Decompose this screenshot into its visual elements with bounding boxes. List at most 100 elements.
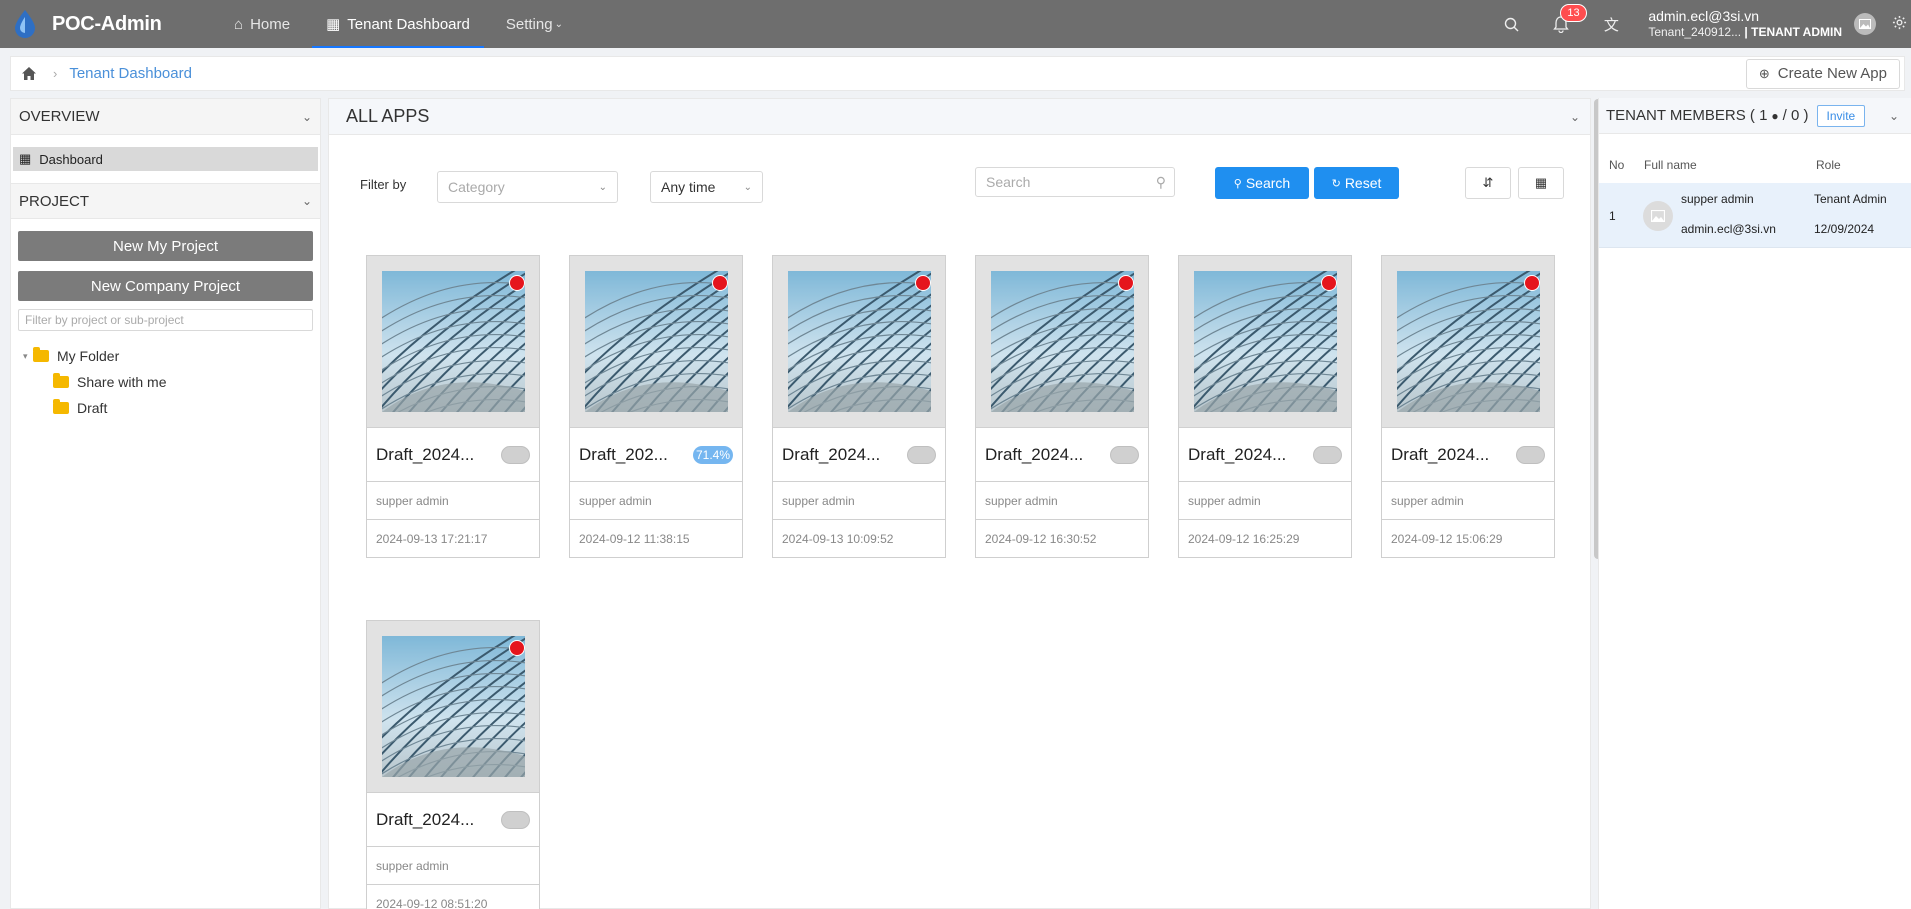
logo[interactable]: POC-Admin <box>12 9 212 39</box>
app-thumbnail-frame <box>773 256 945 428</box>
table-row[interactable]: 1 supper admin admin.ecl@3si.vn Tenant A… <box>1599 183 1911 248</box>
sort-button[interactable]: ⇵ <box>1465 167 1511 199</box>
tree-item-draft[interactable]: Draft <box>11 395 320 421</box>
app-name-row: Draft_2024... <box>1382 428 1554 482</box>
home-icon[interactable] <box>19 64 39 84</box>
overview-header[interactable]: OVERVIEW ⌄ <box>11 99 320 135</box>
app-name-row: Draft_2024... <box>367 428 539 482</box>
search-button[interactable]: ⚲ Search <box>1215 167 1309 199</box>
member-date: 12/09/2024 <box>1814 222 1875 236</box>
app-owner: supper admin <box>570 482 742 520</box>
search-icon[interactable] <box>1500 13 1522 35</box>
publish-toggle[interactable] <box>907 445 936 464</box>
publish-toggle[interactable] <box>1313 445 1342 464</box>
app-date: 2024-09-12 16:30:52 <box>985 532 1097 546</box>
app-name[interactable]: Draft_2024... <box>376 445 474 465</box>
chevron-down-icon[interactable]: ⌄ <box>1889 109 1899 123</box>
sidebar-item-dashboard[interactable]: ▦ Dashboard <box>13 147 318 171</box>
app-name[interactable]: Draft_2024... <box>782 445 880 465</box>
nav-home-label: Home <box>250 15 291 33</box>
app-card[interactable]: Draft_2024... supper admin 2024-09-13 10… <box>772 255 946 558</box>
new-company-project-button[interactable]: New Company Project <box>18 271 313 301</box>
tenant-members-title-prefix: TENANT MEMBERS ( 1 <box>1606 107 1768 124</box>
project-tree: ▾ My Folder Share with me Draft <box>11 343 320 421</box>
folder-icon <box>53 373 69 388</box>
nav-home[interactable]: ⌂ Home <box>216 0 308 48</box>
user-menu[interactable]: admin.ecl@3si.vn Tenant_240912... | TENA… <box>1648 8 1842 40</box>
grid-icon: ▦ <box>1534 175 1548 190</box>
chevron-down-icon: ⌄ <box>301 194 312 208</box>
invite-button[interactable]: Invite <box>1816 104 1866 127</box>
app-name[interactable]: Draft_202... <box>579 445 668 465</box>
category-select[interactable]: Category ⌄ <box>437 171 618 203</box>
chevron-down-icon: ⌄ <box>301 109 312 124</box>
create-new-app-button[interactable]: ⊕ Create New App <box>1745 58 1900 89</box>
search-input[interactable]: Search ⚲ <box>975 167 1175 197</box>
search-button-label: Search <box>1245 175 1291 191</box>
app-date: 2024-09-13 10:09:52 <box>782 532 894 546</box>
plus-circle-icon: ⊕ <box>1758 65 1770 81</box>
app-name[interactable]: Draft_2024... <box>1391 445 1489 465</box>
notification-bell-icon[interactable]: 13 <box>1550 4 1587 35</box>
app-card[interactable]: Draft_202... 71.4% supper admin 2024-09-1… <box>569 255 743 558</box>
app-date: 2024-09-12 11:38:15 <box>579 532 690 546</box>
nav-tenant-dashboard-label: Tenant Dashboard <box>347 15 470 33</box>
app-thumbnail-frame <box>570 256 742 428</box>
tenant-members-panel: TENANT MEMBERS ( 1 ● / 0 ) Invite ⌄ No F… <box>1598 98 1911 909</box>
chevron-right-icon: › <box>53 66 58 81</box>
publish-toggle[interactable] <box>501 445 530 464</box>
tenant-info: Tenant_240912... | TENANT ADMIN <box>1648 24 1842 40</box>
publish-toggle[interactable] <box>1110 445 1139 464</box>
nav-tenant-dashboard[interactable]: ▦ Tenant Dashboard <box>308 0 488 48</box>
avatar <box>1643 201 1673 231</box>
all-apps-panel: ALL APPS ⌄ Filter by Category ⌄ Any time… <box>328 98 1602 909</box>
reset-button-label: Reset <box>1344 175 1382 191</box>
member-email: admin.ecl@3si.vn <box>1681 222 1776 236</box>
tree-item-share-with-me[interactable]: Share with me <box>11 369 320 395</box>
reset-button[interactable]: ↻ Reset <box>1314 167 1399 199</box>
user-email: admin.ecl@3si.vn <box>1648 8 1760 24</box>
app-card[interactable]: Draft_2024... supper admin 2024-09-12 15… <box>1381 255 1555 558</box>
project-filter-input[interactable]: Filter by project or sub-project <box>18 309 313 331</box>
breadcrumb-current[interactable]: Tenant Dashboard <box>69 65 192 82</box>
chevron-down-icon: ⌄ <box>598 181 607 193</box>
publish-toggle[interactable] <box>501 810 530 829</box>
members-table-header: No Full name Role <box>1599 147 1911 183</box>
app-date: 2024-09-12 16:25:29 <box>1188 532 1300 546</box>
tree-item-my-folder[interactable]: ▾ My Folder <box>11 343 320 369</box>
app-card[interactable]: Draft_2024... supper admin 2024-09-12 16… <box>975 255 1149 558</box>
gear-icon[interactable] <box>1892 15 1907 33</box>
app-card[interactable]: Draft_2024... supper admin 2024-09-12 08… <box>366 620 540 909</box>
tree-item-label: Draft <box>77 400 108 416</box>
all-apps-header[interactable]: ALL APPS ⌄ <box>329 99 1590 135</box>
nav-setting-label: Setting <box>505 15 553 33</box>
grid-view-button[interactable]: ▦ <box>1518 167 1564 199</box>
user-avatar[interactable] <box>1854 13 1876 35</box>
create-new-app-label: Create New App <box>1777 65 1887 82</box>
translate-icon[interactable]: 文 <box>1600 13 1622 35</box>
app-owner: supper admin <box>976 482 1148 520</box>
app-card[interactable]: Draft_2024... supper admin 2024-09-12 16… <box>1178 255 1352 558</box>
app-thumbnail <box>1194 271 1337 412</box>
app-thumbnail <box>991 271 1134 412</box>
member-role: Tenant Admin <box>1814 192 1887 206</box>
app-name[interactable]: Draft_2024... <box>376 810 474 830</box>
publish-toggle[interactable] <box>1516 445 1545 464</box>
person-icon: ● <box>1771 108 1779 123</box>
app-title: POC-Admin <box>52 12 162 35</box>
app-name[interactable]: Draft_2024... <box>1188 445 1286 465</box>
column-no: No <box>1609 158 1625 172</box>
new-my-project-button[interactable]: New My Project <box>18 231 313 261</box>
folder-icon <box>53 399 69 414</box>
app-owner: supper admin <box>773 482 945 520</box>
app-owner: supper admin <box>367 847 539 885</box>
app-name[interactable]: Draft_2024... <box>985 445 1083 465</box>
app-card[interactable]: Draft_2024... supper admin 2024-09-13 17… <box>366 255 540 558</box>
time-select[interactable]: Any time ⌄ <box>650 171 763 203</box>
app-thumbnail <box>788 271 931 412</box>
project-header[interactable]: PROJECT ⌄ <box>11 183 320 219</box>
nav-setting[interactable]: Setting ⌄ <box>488 0 581 48</box>
status-dot-icon <box>1321 275 1337 291</box>
chevron-down-icon: ⌄ <box>1569 109 1580 124</box>
app-name-row: Draft_2024... <box>773 428 945 482</box>
